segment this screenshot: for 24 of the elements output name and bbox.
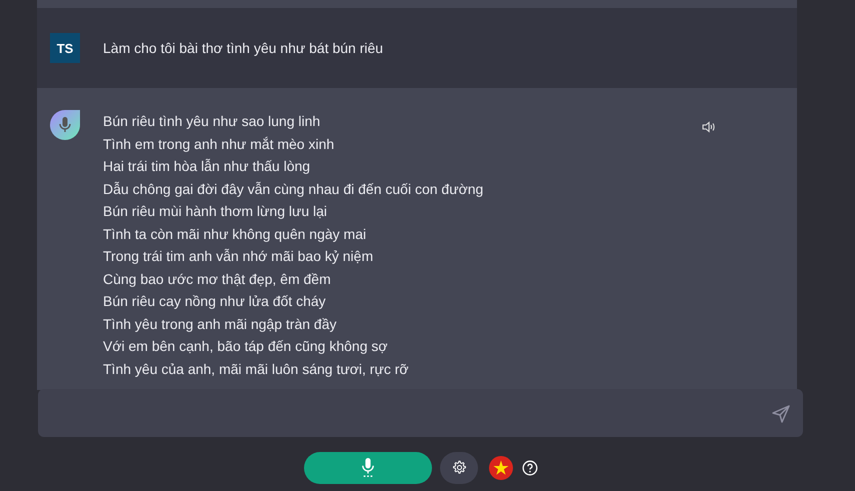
- settings-button[interactable]: [440, 452, 478, 484]
- poem-line: Tình yêu trong anh mãi ngập tràn đầy: [103, 314, 338, 334]
- poem-line: Với em bên cạnh, bão táp đến cũng không sợ: [103, 337, 389, 356]
- speaker-icon[interactable]: [702, 121, 716, 133]
- poem-line: Bún riêu mùi hành thơm lừng lưu lại: [103, 202, 328, 221]
- poem-line: Tình yêu của anh, mãi mãi luôn sáng tươi, rực rỡ: [103, 360, 410, 379]
- poem-line: Tình ta còn mãi như không quên ngày mai: [103, 224, 368, 244]
- poem-line: Dẫu chông gai đời đây vẫn cùng nhau đi đến cuối con đường: [103, 180, 484, 199]
- flag-icon[interactable]: [489, 456, 513, 480]
- help-icon[interactable]: [522, 460, 538, 476]
- poem-line: Cùng bao ước mơ thật đẹp, êm đềm: [103, 270, 332, 289]
- microphone-icon: [361, 458, 375, 477]
- user-avatar: TS: [50, 33, 80, 63]
- message-input-field[interactable]: [38, 389, 803, 437]
- poem-line: Hai trái tim hòa lẫn như thấu lòng: [103, 157, 312, 176]
- message-text: Làm cho tôi bài thơ tình yêu như bát bún riêu: [103, 39, 384, 58]
- poem-line: Bún riêu cay nồng như lửa đốt cháy: [103, 292, 327, 311]
- microphone-button[interactable]: [304, 452, 432, 484]
- poem-line: Tình em trong anh như mắt mèo xinh: [103, 134, 336, 154]
- poem-line: Bún riêu tình yêu như sao lung linh: [103, 112, 322, 131]
- send-icon[interactable]: [771, 404, 791, 424]
- microphone-avatar-icon: [50, 110, 80, 140]
- settings-icon: [452, 460, 466, 475]
- poem-line: Trong trái tim anh vẫn nhớ mãi bao kỷ niệm: [103, 247, 374, 266]
